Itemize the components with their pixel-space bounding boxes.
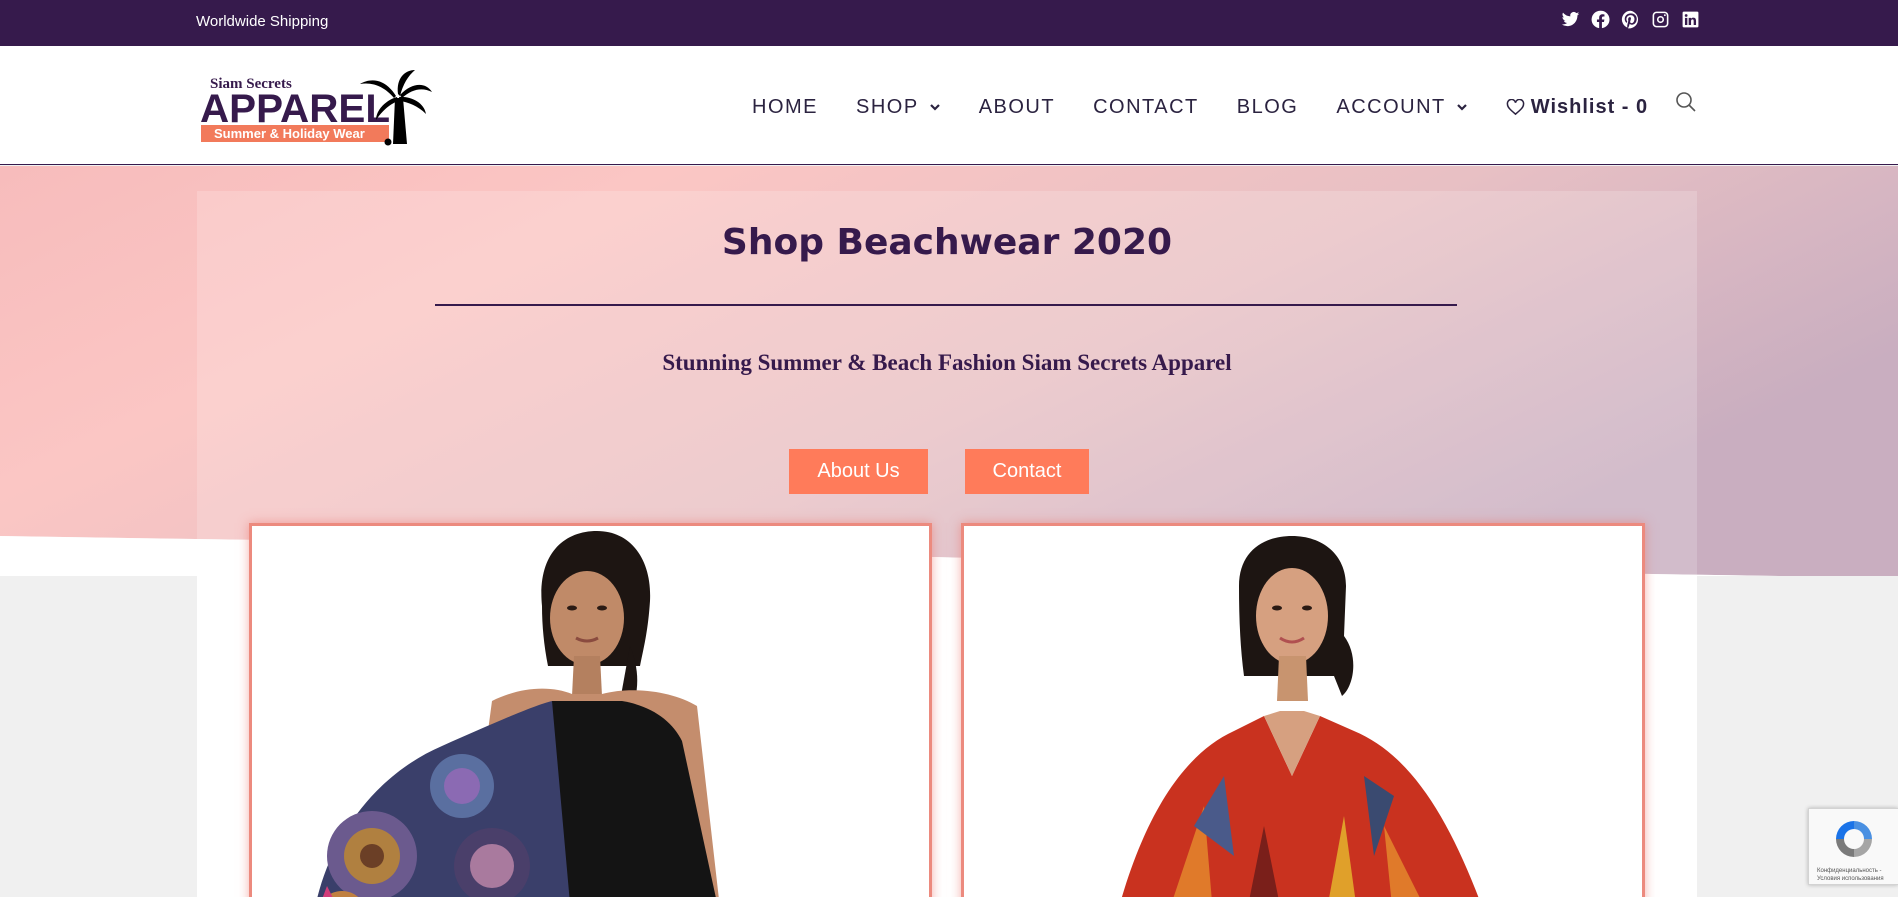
contact-button[interactable]: Contact [965,449,1089,494]
hero-title: Shop Beachwear 2020 [721,222,1173,263]
recaptcha-icon [1836,821,1872,857]
product-image-model-kaftan [964,526,1642,897]
main-nav: HOME SHOP ABOUT CONTACT BLOG ACCOUNT Wis… [752,92,1648,122]
about-us-button[interactable]: About Us [789,449,928,494]
hero-section: Shop Beachwear 2020 Stunning Summer & Be… [0,166,1898,897]
hero-divider [435,304,1457,306]
instagram-icon[interactable] [1651,10,1670,29]
product-image-model-scarf [252,526,929,897]
recaptcha-text: Конфиденциальность - Условия использован… [1817,867,1884,883]
top-bar: Worldwide Shipping [0,0,1898,46]
recaptcha-terms[interactable]: Условия использования [1817,875,1884,883]
nav-about[interactable]: ABOUT [979,96,1055,119]
about-us-button-label: About Us [817,460,900,482]
social-links [1561,10,1700,29]
nav-shop-label: SHOP [856,95,919,118]
recaptcha-badge[interactable]: Конфиденциальность - Условия использован… [1808,808,1898,885]
shipping-text: Worldwide Shipping [196,13,329,30]
logo-line2: APPAREL [200,87,390,131]
nav-blog[interactable]: BLOG [1237,96,1299,119]
search-icon[interactable] [1674,90,1698,114]
chevron-down-icon [1456,101,1468,113]
product-card[interactable] [249,523,932,897]
nav-shop[interactable]: SHOP [856,96,941,119]
nav-wishlist-label: Wishlist - 0 [1530,95,1649,118]
nav-home-label: HOME [752,95,818,118]
linkedin-icon[interactable] [1681,10,1700,29]
nav-account-label: ACCOUNT [1336,95,1446,118]
facebook-icon[interactable] [1591,10,1610,29]
heart-icon [1506,98,1525,115]
recaptcha-privacy[interactable]: Конфиденциальность - [1817,867,1884,875]
nav-contact-label: CONTACT [1093,95,1199,118]
nav-blog-label: BLOG [1236,95,1299,118]
contact-button-label: Contact [992,460,1062,482]
nav-about-label: ABOUT [978,95,1056,118]
product-card[interactable] [961,523,1645,897]
logo-tagline: Summer & Holiday Wear [214,126,365,141]
pinterest-icon[interactable] [1621,10,1640,29]
hero-subtitle: Stunning Summer & Beach Fashion Siam Sec… [662,350,1232,375]
nav-account[interactable]: ACCOUNT [1336,96,1467,119]
chevron-down-icon [929,101,941,113]
twitter-icon[interactable] [1561,10,1580,29]
site-header: Siam Secrets APPAREL Summer & Holiday We… [0,46,1898,165]
nav-home[interactable]: HOME [752,96,818,119]
nav-contact[interactable]: CONTACT [1093,96,1199,119]
site-logo[interactable]: Siam Secrets APPAREL Summer & Holiday We… [200,70,432,148]
nav-wishlist[interactable]: Wishlist - 0 [1506,96,1648,119]
